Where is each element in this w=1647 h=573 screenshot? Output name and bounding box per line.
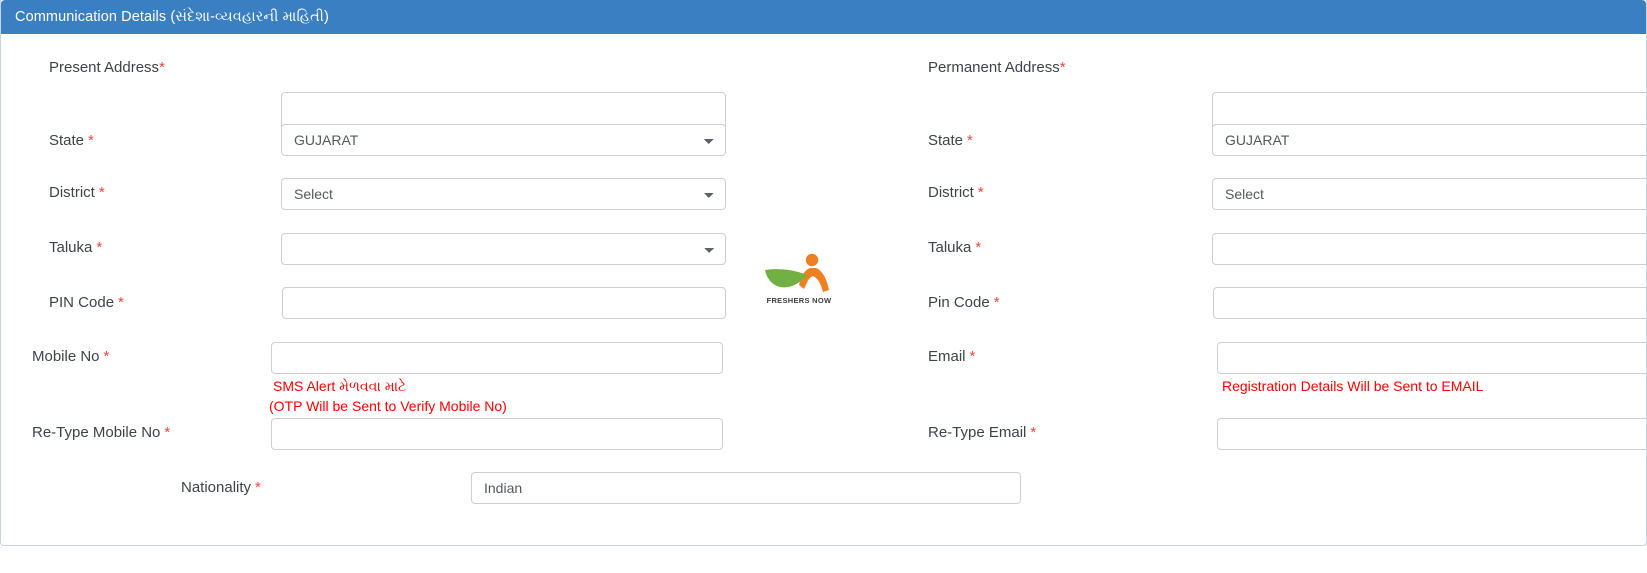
pin-code-label-permanent: Pin Code * xyxy=(928,294,1000,311)
field-row-taluka-present: Taluka * xyxy=(49,240,102,255)
mobile-no-hint-otp: (OTP Will be Sent to Verify Mobile No) xyxy=(269,398,507,414)
taluka-select-present[interactable] xyxy=(281,233,726,265)
retype-email-label: Re-Type Email * xyxy=(928,424,1037,441)
freshers-now-logo-icon xyxy=(765,253,829,292)
field-row-nationality: Nationality * xyxy=(181,480,261,495)
field-row-district-permanent: District * xyxy=(928,185,984,200)
district-select-present[interactable]: Select xyxy=(281,178,726,210)
state-label-present: State * xyxy=(49,132,94,149)
taluka-select-permanent[interactable] xyxy=(1212,233,1646,265)
communication-details-panel: Communication Details (સંદેશા-વ્યવહારની … xyxy=(0,0,1647,546)
state-select-present[interactable]: GUJARAT xyxy=(281,124,726,156)
field-row-taluka-permanent: Taluka * xyxy=(928,240,981,255)
field-row-retype-email: Re-Type Email * xyxy=(928,425,1036,440)
field-row-present-address: Present Address* xyxy=(49,60,165,75)
freshers-now-logo-text: FRESHERS NOW xyxy=(766,296,832,305)
required-asterisk: * xyxy=(164,424,171,441)
required-asterisk: * xyxy=(96,239,103,256)
panel-body: Present Address* State * GUJARAT District… xyxy=(1,34,1646,545)
panel-title: Communication Details (સંદેશા-વ્યવહારની … xyxy=(15,9,329,25)
state-label-permanent: State * xyxy=(928,132,973,149)
email-input[interactable] xyxy=(1217,342,1646,374)
mobile-no-label: Mobile No * xyxy=(32,348,110,365)
pin-code-label-present: PIN Code * xyxy=(49,294,124,311)
required-asterisk: * xyxy=(967,132,973,149)
mobile-no-input[interactable] xyxy=(271,342,723,374)
state-select-permanent[interactable]: GUJARAT xyxy=(1212,124,1646,156)
field-row-district-present: District * xyxy=(49,185,105,200)
pin-code-input-present[interactable] xyxy=(282,287,726,319)
email-hint-registration: Registration Details Will be Sent to EMA… xyxy=(1222,378,1484,394)
district-select-permanent[interactable]: Select xyxy=(1212,178,1646,210)
field-row-state-permanent: State * xyxy=(928,133,973,148)
required-asterisk: * xyxy=(88,132,94,149)
required-asterisk: * xyxy=(977,184,984,201)
present-address-label: Present Address* xyxy=(49,59,165,76)
taluka-label-permanent: Taluka * xyxy=(928,239,982,256)
field-row-permanent-address: Permanent Address* xyxy=(928,60,1066,75)
retype-mobile-no-input[interactable] xyxy=(271,418,723,450)
district-label-permanent: District * xyxy=(928,184,984,201)
required-asterisk: * xyxy=(969,348,976,365)
freshers-now-watermark: FRESHERS NOW xyxy=(763,252,835,310)
field-row-pin-code-present: PIN Code * xyxy=(49,295,124,310)
required-asterisk: * xyxy=(993,294,1000,311)
required-asterisk: * xyxy=(118,294,124,311)
permanent-address-label: Permanent Address* xyxy=(928,59,1066,76)
nationality-label: Nationality * xyxy=(181,479,261,496)
required-asterisk: * xyxy=(159,59,165,76)
field-row-state-present: State * xyxy=(49,133,94,148)
required-asterisk: * xyxy=(1059,59,1066,76)
required-asterisk: * xyxy=(975,239,982,256)
nationality-input[interactable] xyxy=(471,472,1021,504)
pin-code-input-permanent[interactable] xyxy=(1213,287,1646,319)
required-asterisk: * xyxy=(1030,424,1037,441)
field-row-pin-code-permanent: Pin Code * xyxy=(928,295,1000,310)
mobile-no-hint-sms: SMS Alert મેળવવા માટે xyxy=(273,378,407,394)
required-asterisk: * xyxy=(98,184,105,201)
retype-email-input[interactable] xyxy=(1217,418,1646,450)
field-row-mobile-no: Mobile No * xyxy=(32,349,109,364)
required-asterisk: * xyxy=(255,479,261,496)
panel-header: Communication Details (સંદેશા-વ્યવહારની … xyxy=(1,0,1646,34)
field-row-retype-mobile-no: Re-Type Mobile No * xyxy=(32,425,170,440)
field-row-email: Email * xyxy=(928,349,975,364)
district-label-present: District * xyxy=(49,184,105,201)
retype-mobile-no-label: Re-Type Mobile No * xyxy=(32,424,171,441)
email-label: Email * xyxy=(928,348,976,365)
taluka-label-present: Taluka * xyxy=(49,239,103,256)
required-asterisk: * xyxy=(103,348,110,365)
